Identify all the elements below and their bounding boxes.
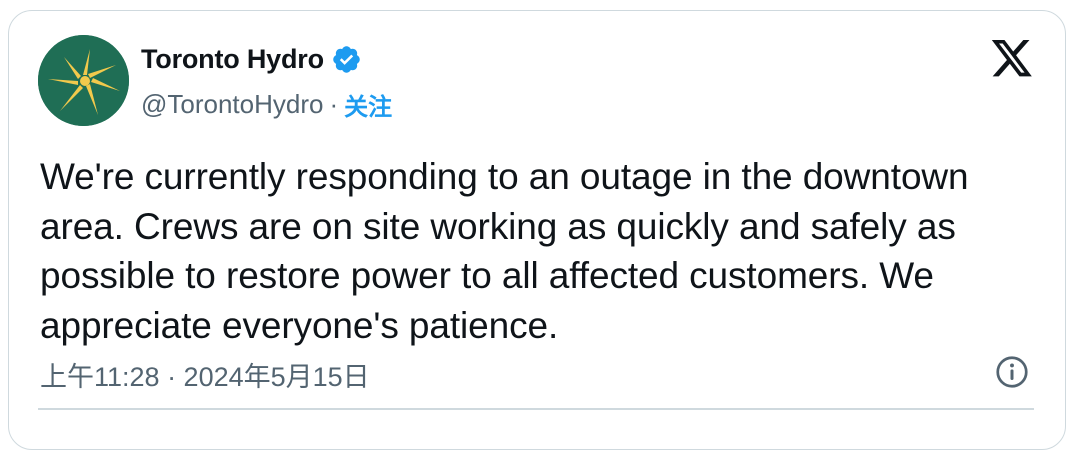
author-display-name[interactable]: Toronto Hydro (141, 44, 324, 75)
author-name-row: Toronto Hydro (141, 44, 362, 75)
verified-badge-icon (331, 44, 362, 75)
avatar[interactable] (38, 35, 129, 126)
x-logo-icon[interactable] (990, 40, 1034, 80)
separator-dot: · (329, 89, 339, 119)
toronto-hydro-logo-icon (38, 35, 129, 126)
author-handle[interactable]: @TorontoHydro (141, 89, 323, 120)
tweet-text-line: area. Crews are on site working as quick… (40, 205, 956, 247)
tweet-text-line: possible to restore power to all affecte… (40, 255, 934, 296)
info-icon[interactable] (994, 354, 1030, 390)
author-handle-row: @TorontoHydro · 关注 (141, 87, 392, 122)
tweet-text-line: We're currently responding to an outage … (40, 156, 969, 197)
divider (38, 408, 1034, 410)
tweet-text: We're currently responding to an outage … (40, 152, 1040, 350)
follow-button[interactable]: 关注 (344, 87, 392, 122)
tweet-timestamp[interactable]: 上午11:28 · 2024年5月15日 (40, 355, 370, 394)
tweet-text-line: appreciate everyone's patience. (40, 304, 559, 346)
